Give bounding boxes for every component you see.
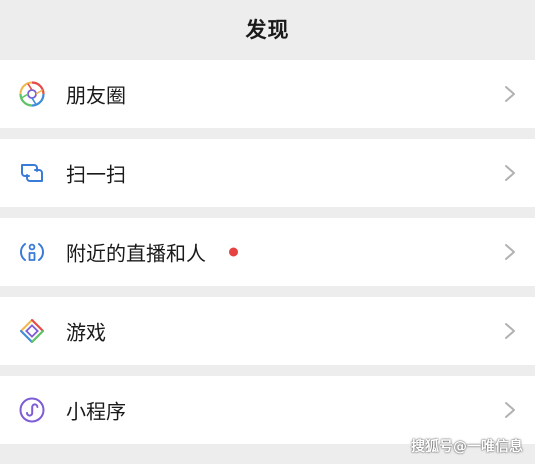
menu-item-scan[interactable]: 扫一扫 [0, 139, 535, 207]
scan-icon [18, 159, 46, 187]
menu-item-label: 扫一扫 [66, 162, 126, 187]
nearby-icon [18, 238, 46, 266]
notification-dot [229, 247, 238, 257]
menu-item-label: 游戏 [66, 320, 106, 345]
menu-item-label: 朋友圈 [66, 83, 126, 108]
menu-item-label: 小程序 [66, 399, 126, 424]
chevron-right-icon [503, 321, 517, 341]
chevron-right-icon [503, 400, 517, 420]
chevron-right-icon [503, 84, 517, 104]
menu-item-nearby[interactable]: 附近的直播和人 [0, 218, 535, 286]
mini-program-icon [18, 396, 46, 424]
menu-item-games[interactable]: 游戏 [0, 297, 535, 365]
menu-item-label: 附近的直播和人 [66, 241, 206, 266]
page-title: 发现 [245, 18, 290, 42]
moments-icon [18, 80, 46, 108]
games-icon [18, 317, 46, 345]
menu-item-mini-program[interactable]: 小程序 [0, 376, 535, 444]
chevron-right-icon [503, 163, 517, 183]
chevron-right-icon [503, 242, 517, 262]
watermark-text: 搜狐号@一唯信息 [411, 439, 523, 455]
menu-item-moments[interactable]: 朋友圈 [0, 60, 535, 128]
top-bar: 发现 [0, 0, 535, 58]
